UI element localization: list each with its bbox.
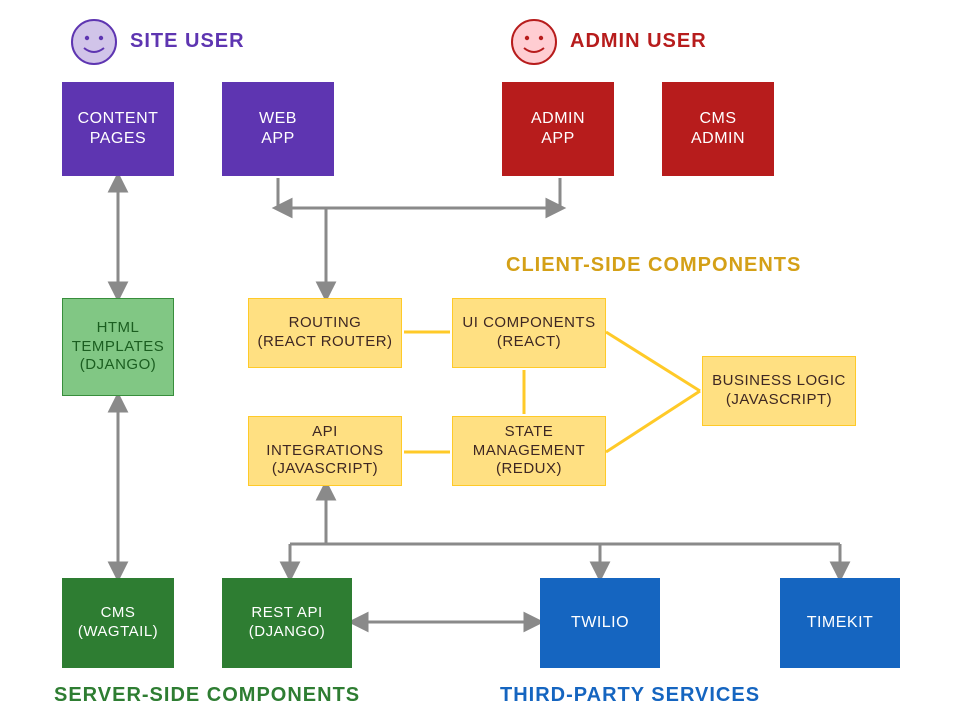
box-admin-app: ADMIN APP [502,82,614,176]
client-side-title: CLIENT-SIDE COMPONENTS [506,254,801,277]
box-cms: CMS (WAGTAIL) [62,578,174,668]
box-content-pages: CONTENT PAGES [62,82,174,176]
box-timekit: TIMEKIT [780,578,900,668]
box-api-integrations: API INTEGRATIONS (JAVASCRIPT) [248,416,402,486]
architecture-diagram: SITE USER ADMIN USER CLIENT-SIDE COMPONE… [0,0,960,720]
box-web-app: WEB APP [222,82,334,176]
box-cms-admin: CMS ADMIN [662,82,774,176]
box-routing: ROUTING (REACT ROUTER) [248,298,402,368]
box-html-templates: HTML TEMPLATES (DJANGO) [62,298,174,396]
admin-user-title: ADMIN USER [570,30,707,53]
third-party-title: THIRD-PARTY SERVICES [500,684,760,707]
box-business-logic: BUSINESS LOGIC (JAVASCRIPT) [702,356,856,426]
box-ui-components: UI COMPONENTS (REACT) [452,298,606,368]
site-user-face-icon [70,18,118,66]
box-twilio: TWILIO [540,578,660,668]
server-side-title: SERVER-SIDE COMPONENTS [54,684,360,707]
admin-user-face-icon [510,18,558,66]
box-rest-api: REST API (DJANGO) [222,578,352,668]
site-user-title: SITE USER [130,30,245,53]
box-state-mgmt: STATE MANAGEMENT (REDUX) [452,416,606,486]
